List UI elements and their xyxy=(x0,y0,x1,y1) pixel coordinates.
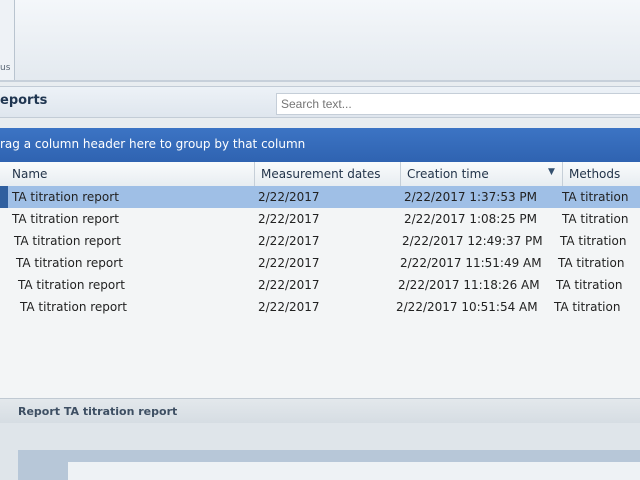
cell-creation-time: 2/22/2017 1:08:25 PM xyxy=(404,212,538,226)
cell-creation-time: 2/22/2017 11:51:49 AM xyxy=(400,256,542,270)
cell-name: TA titration report xyxy=(14,234,121,248)
cell-measurement-date: 2/22/2017 xyxy=(258,190,320,204)
group-by-panel[interactable]: rag a column header here to group by tha… xyxy=(0,128,640,162)
cell-creation-time: 2/22/2017 1:37:53 PM xyxy=(404,190,538,204)
cell-measurement-date: 2/22/2017 xyxy=(258,300,320,314)
row-selector xyxy=(0,186,8,208)
cell-name: TA titration report xyxy=(18,278,125,292)
table-row[interactable]: TA titration report 2/22/2017 2/22/2017 … xyxy=(0,274,640,296)
column-header-methods[interactable]: Methods xyxy=(562,162,640,186)
grid-header: Name Measurement dates Creation time ▼ M… xyxy=(0,162,640,187)
cell-creation-time: 2/22/2017 11:18:26 AM xyxy=(398,278,540,292)
column-header-creation-time[interactable]: Creation time xyxy=(400,162,560,186)
cell-name: TA titration report xyxy=(12,212,119,226)
reports-title: eports xyxy=(0,93,48,108)
filter-icon[interactable]: ▼ xyxy=(548,167,555,177)
cell-method: TA titration xyxy=(558,256,625,270)
ribbon-divider xyxy=(0,80,640,82)
table-row[interactable]: TA titration report 2/22/2017 2/22/2017 … xyxy=(0,186,640,208)
cell-method: TA titration xyxy=(554,300,621,314)
cell-name: TA titration report xyxy=(16,256,123,270)
cell-method: TA titration xyxy=(556,278,623,292)
cell-measurement-date: 2/22/2017 xyxy=(258,212,320,226)
cell-measurement-date: 2/22/2017 xyxy=(258,256,320,270)
reports-grid: Name Measurement dates Creation time ▼ M… xyxy=(0,162,640,398)
cell-name: TA titration report xyxy=(20,300,127,314)
report-detail-title: Report TA titration report xyxy=(18,405,178,418)
cell-creation-time: 2/22/2017 12:49:37 PM xyxy=(402,234,543,248)
ribbon-group-label: us xyxy=(0,63,11,73)
cell-method: TA titration xyxy=(560,234,627,248)
cell-creation-time: 2/22/2017 10:51:54 AM xyxy=(396,300,538,314)
table-row[interactable]: TA titration report 2/22/2017 2/22/2017 … xyxy=(0,230,640,252)
cell-measurement-date: 2/22/2017 xyxy=(258,234,320,248)
ribbon-area xyxy=(0,0,640,82)
column-header-measurement-dates[interactable]: Measurement dates xyxy=(254,162,400,186)
cell-method: TA titration xyxy=(562,190,629,204)
report-detail-content xyxy=(68,462,640,480)
report-detail-header: Report TA titration report xyxy=(0,398,640,423)
cell-name: TA titration report xyxy=(12,190,119,204)
table-row[interactable]: TA titration report 2/22/2017 2/22/2017 … xyxy=(0,208,640,230)
cell-method: TA titration xyxy=(562,212,629,226)
search-input[interactable] xyxy=(276,93,640,115)
table-row[interactable]: TA titration report 2/22/2017 2/22/2017 … xyxy=(0,252,640,274)
column-header-name[interactable]: Name xyxy=(6,162,254,186)
table-row[interactable]: TA titration report 2/22/2017 2/22/2017 … xyxy=(0,296,640,318)
cell-measurement-date: 2/22/2017 xyxy=(258,278,320,292)
group-by-hint: rag a column header here to group by tha… xyxy=(0,137,306,151)
